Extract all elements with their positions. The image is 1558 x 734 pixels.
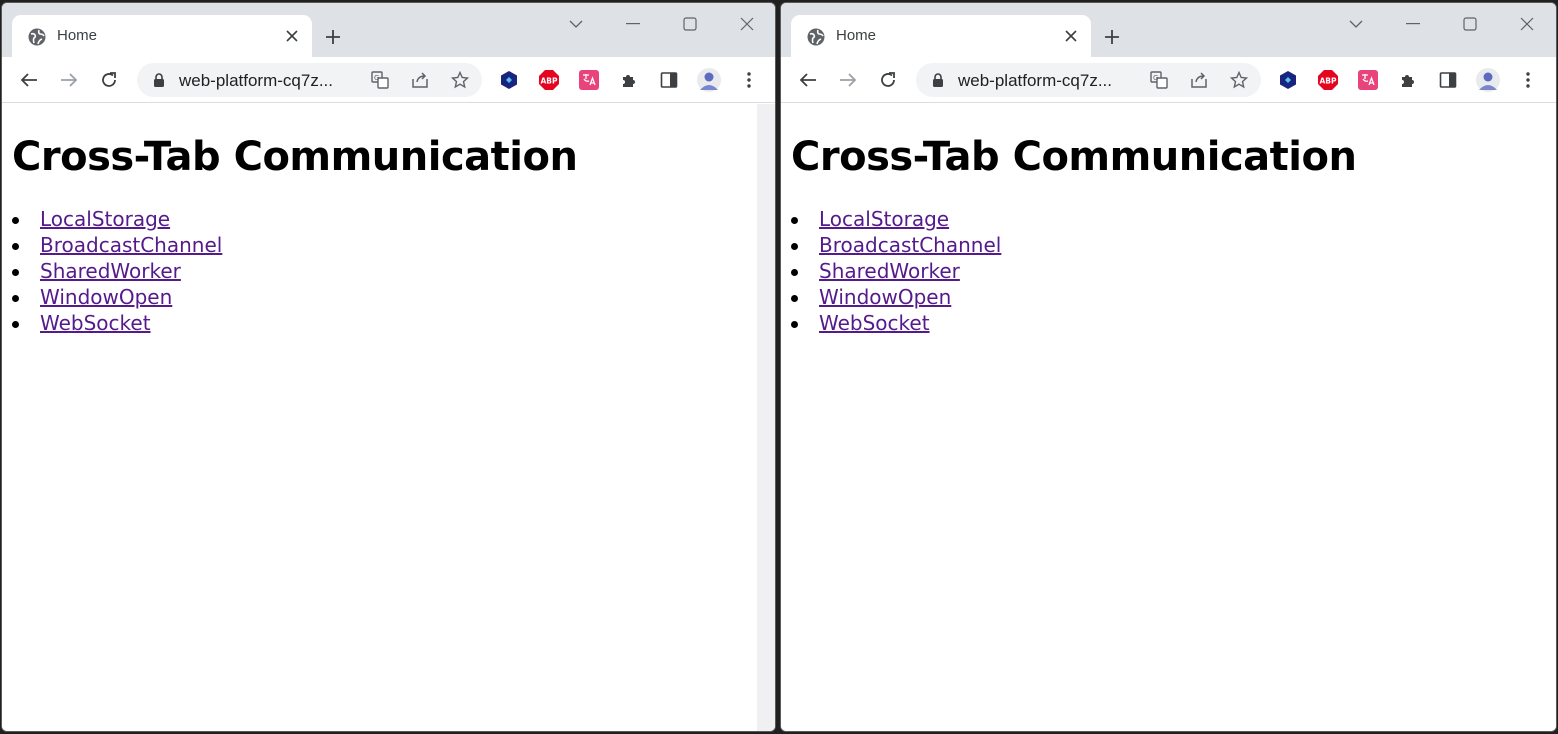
reload-icon[interactable] xyxy=(873,65,903,95)
adblock-icon[interactable]: ABP xyxy=(1316,68,1340,92)
back-icon[interactable] xyxy=(793,65,823,95)
globe-icon xyxy=(807,28,825,46)
more-menu-icon[interactable] xyxy=(737,68,761,92)
close-window-icon[interactable] xyxy=(733,11,761,37)
link-websocket[interactable]: WebSocket xyxy=(819,311,930,335)
browser-toolbar: web-platform-cq7z... G ABP xyxy=(2,57,775,103)
new-tab-button[interactable] xyxy=(318,22,348,52)
address-bar[interactable]: web-platform-cq7z... G xyxy=(137,63,482,97)
share-icon[interactable] xyxy=(1188,69,1210,91)
list-item: LocalStorage xyxy=(12,206,765,232)
list-item: LocalStorage xyxy=(791,206,1546,232)
back-icon[interactable] xyxy=(14,65,44,95)
list-item: SharedWorker xyxy=(791,258,1546,284)
tab-title: Home xyxy=(57,27,98,44)
hexagon-extension-icon[interactable] xyxy=(497,68,521,92)
close-window-icon[interactable] xyxy=(1513,11,1541,37)
browser-window-left: Home web-platform-cq7z... G ABP Cross-Ta… xyxy=(1,2,776,732)
translate-icon[interactable]: G xyxy=(369,69,391,91)
forward-icon[interactable] xyxy=(54,65,84,95)
page-heading: Cross-Tab Communication xyxy=(791,134,1357,180)
translate-extension-icon[interactable] xyxy=(577,68,601,92)
url-text: web-platform-cq7z... xyxy=(958,71,1112,90)
profile-avatar[interactable] xyxy=(1476,68,1500,92)
translate-extension-icon[interactable] xyxy=(1356,68,1380,92)
list-item: BroadcastChannel xyxy=(12,232,765,258)
hexagon-extension-icon[interactable] xyxy=(1276,68,1300,92)
link-windowopen[interactable]: WindowOpen xyxy=(40,285,172,309)
close-tab-icon[interactable] xyxy=(282,26,302,46)
tab-search-icon[interactable] xyxy=(562,11,590,37)
link-localstorage[interactable]: LocalStorage xyxy=(819,207,949,231)
page-heading: Cross-Tab Communication xyxy=(12,134,578,180)
address-bar[interactable]: web-platform-cq7z... G xyxy=(916,63,1261,97)
reload-icon[interactable] xyxy=(94,65,124,95)
list-item: WebSocket xyxy=(12,310,765,336)
page-content: Cross-Tab Communication LocalStorage Bro… xyxy=(2,104,775,731)
scrollbar-track[interactable] xyxy=(757,104,775,731)
svg-text:ABP: ABP xyxy=(1319,77,1337,86)
adblock-icon[interactable]: ABP xyxy=(537,68,561,92)
tab-home[interactable]: Home xyxy=(791,15,1091,57)
list-item: WindowOpen xyxy=(791,284,1546,310)
url-text: web-platform-cq7z... xyxy=(179,71,333,90)
lock-icon xyxy=(933,73,943,87)
forward-icon[interactable] xyxy=(833,65,863,95)
list-item: WebSocket xyxy=(791,310,1546,336)
link-localstorage[interactable]: LocalStorage xyxy=(40,207,170,231)
new-tab-button[interactable] xyxy=(1097,22,1127,52)
link-list: LocalStorage BroadcastChannel SharedWork… xyxy=(791,206,1546,336)
minimize-icon[interactable] xyxy=(619,11,647,37)
link-broadcastchannel[interactable]: BroadcastChannel xyxy=(40,233,222,257)
side-panel-icon[interactable] xyxy=(1436,68,1460,92)
list-item: SharedWorker xyxy=(12,258,765,284)
more-menu-icon[interactable] xyxy=(1516,68,1540,92)
minimize-icon[interactable] xyxy=(1399,11,1427,37)
profile-avatar[interactable] xyxy=(697,68,721,92)
svg-text:G: G xyxy=(1153,74,1158,82)
tab-home[interactable]: Home xyxy=(12,15,312,57)
tab-strip: Home xyxy=(2,3,775,57)
maximize-icon[interactable] xyxy=(676,11,704,37)
tab-search-icon[interactable] xyxy=(1342,11,1370,37)
puzzle-extensions-icon[interactable] xyxy=(617,68,641,92)
bookmark-star-icon[interactable] xyxy=(1228,69,1250,91)
link-broadcastchannel[interactable]: BroadcastChannel xyxy=(819,233,1001,257)
browser-toolbar: web-platform-cq7z... G ABP xyxy=(781,57,1556,103)
lock-icon xyxy=(154,73,164,87)
maximize-icon[interactable] xyxy=(1456,11,1484,37)
list-item: WindowOpen xyxy=(12,284,765,310)
tab-title: Home xyxy=(836,27,877,44)
tab-strip: Home xyxy=(781,3,1556,57)
list-item: BroadcastChannel xyxy=(791,232,1546,258)
browser-window-right: Home web-platform-cq7z... G ABP Cross-Ta… xyxy=(780,2,1557,732)
globe-icon xyxy=(28,28,46,46)
link-list: LocalStorage BroadcastChannel SharedWork… xyxy=(12,206,765,336)
bookmark-star-icon[interactable] xyxy=(449,69,471,91)
desktop: Home web-platform-cq7z... G ABP Cross-Ta… xyxy=(0,0,1558,734)
svg-text:G: G xyxy=(374,74,379,82)
puzzle-extensions-icon[interactable] xyxy=(1396,68,1420,92)
translate-icon[interactable]: G xyxy=(1148,69,1170,91)
side-panel-icon[interactable] xyxy=(657,68,681,92)
link-windowopen[interactable]: WindowOpen xyxy=(819,285,951,309)
svg-text:ABP: ABP xyxy=(540,77,558,86)
close-tab-icon[interactable] xyxy=(1061,26,1081,46)
link-sharedworker[interactable]: SharedWorker xyxy=(819,259,960,283)
page-content: Cross-Tab Communication LocalStorage Bro… xyxy=(781,104,1556,731)
link-websocket[interactable]: WebSocket xyxy=(40,311,151,335)
share-icon[interactable] xyxy=(409,69,431,91)
link-sharedworker[interactable]: SharedWorker xyxy=(40,259,181,283)
